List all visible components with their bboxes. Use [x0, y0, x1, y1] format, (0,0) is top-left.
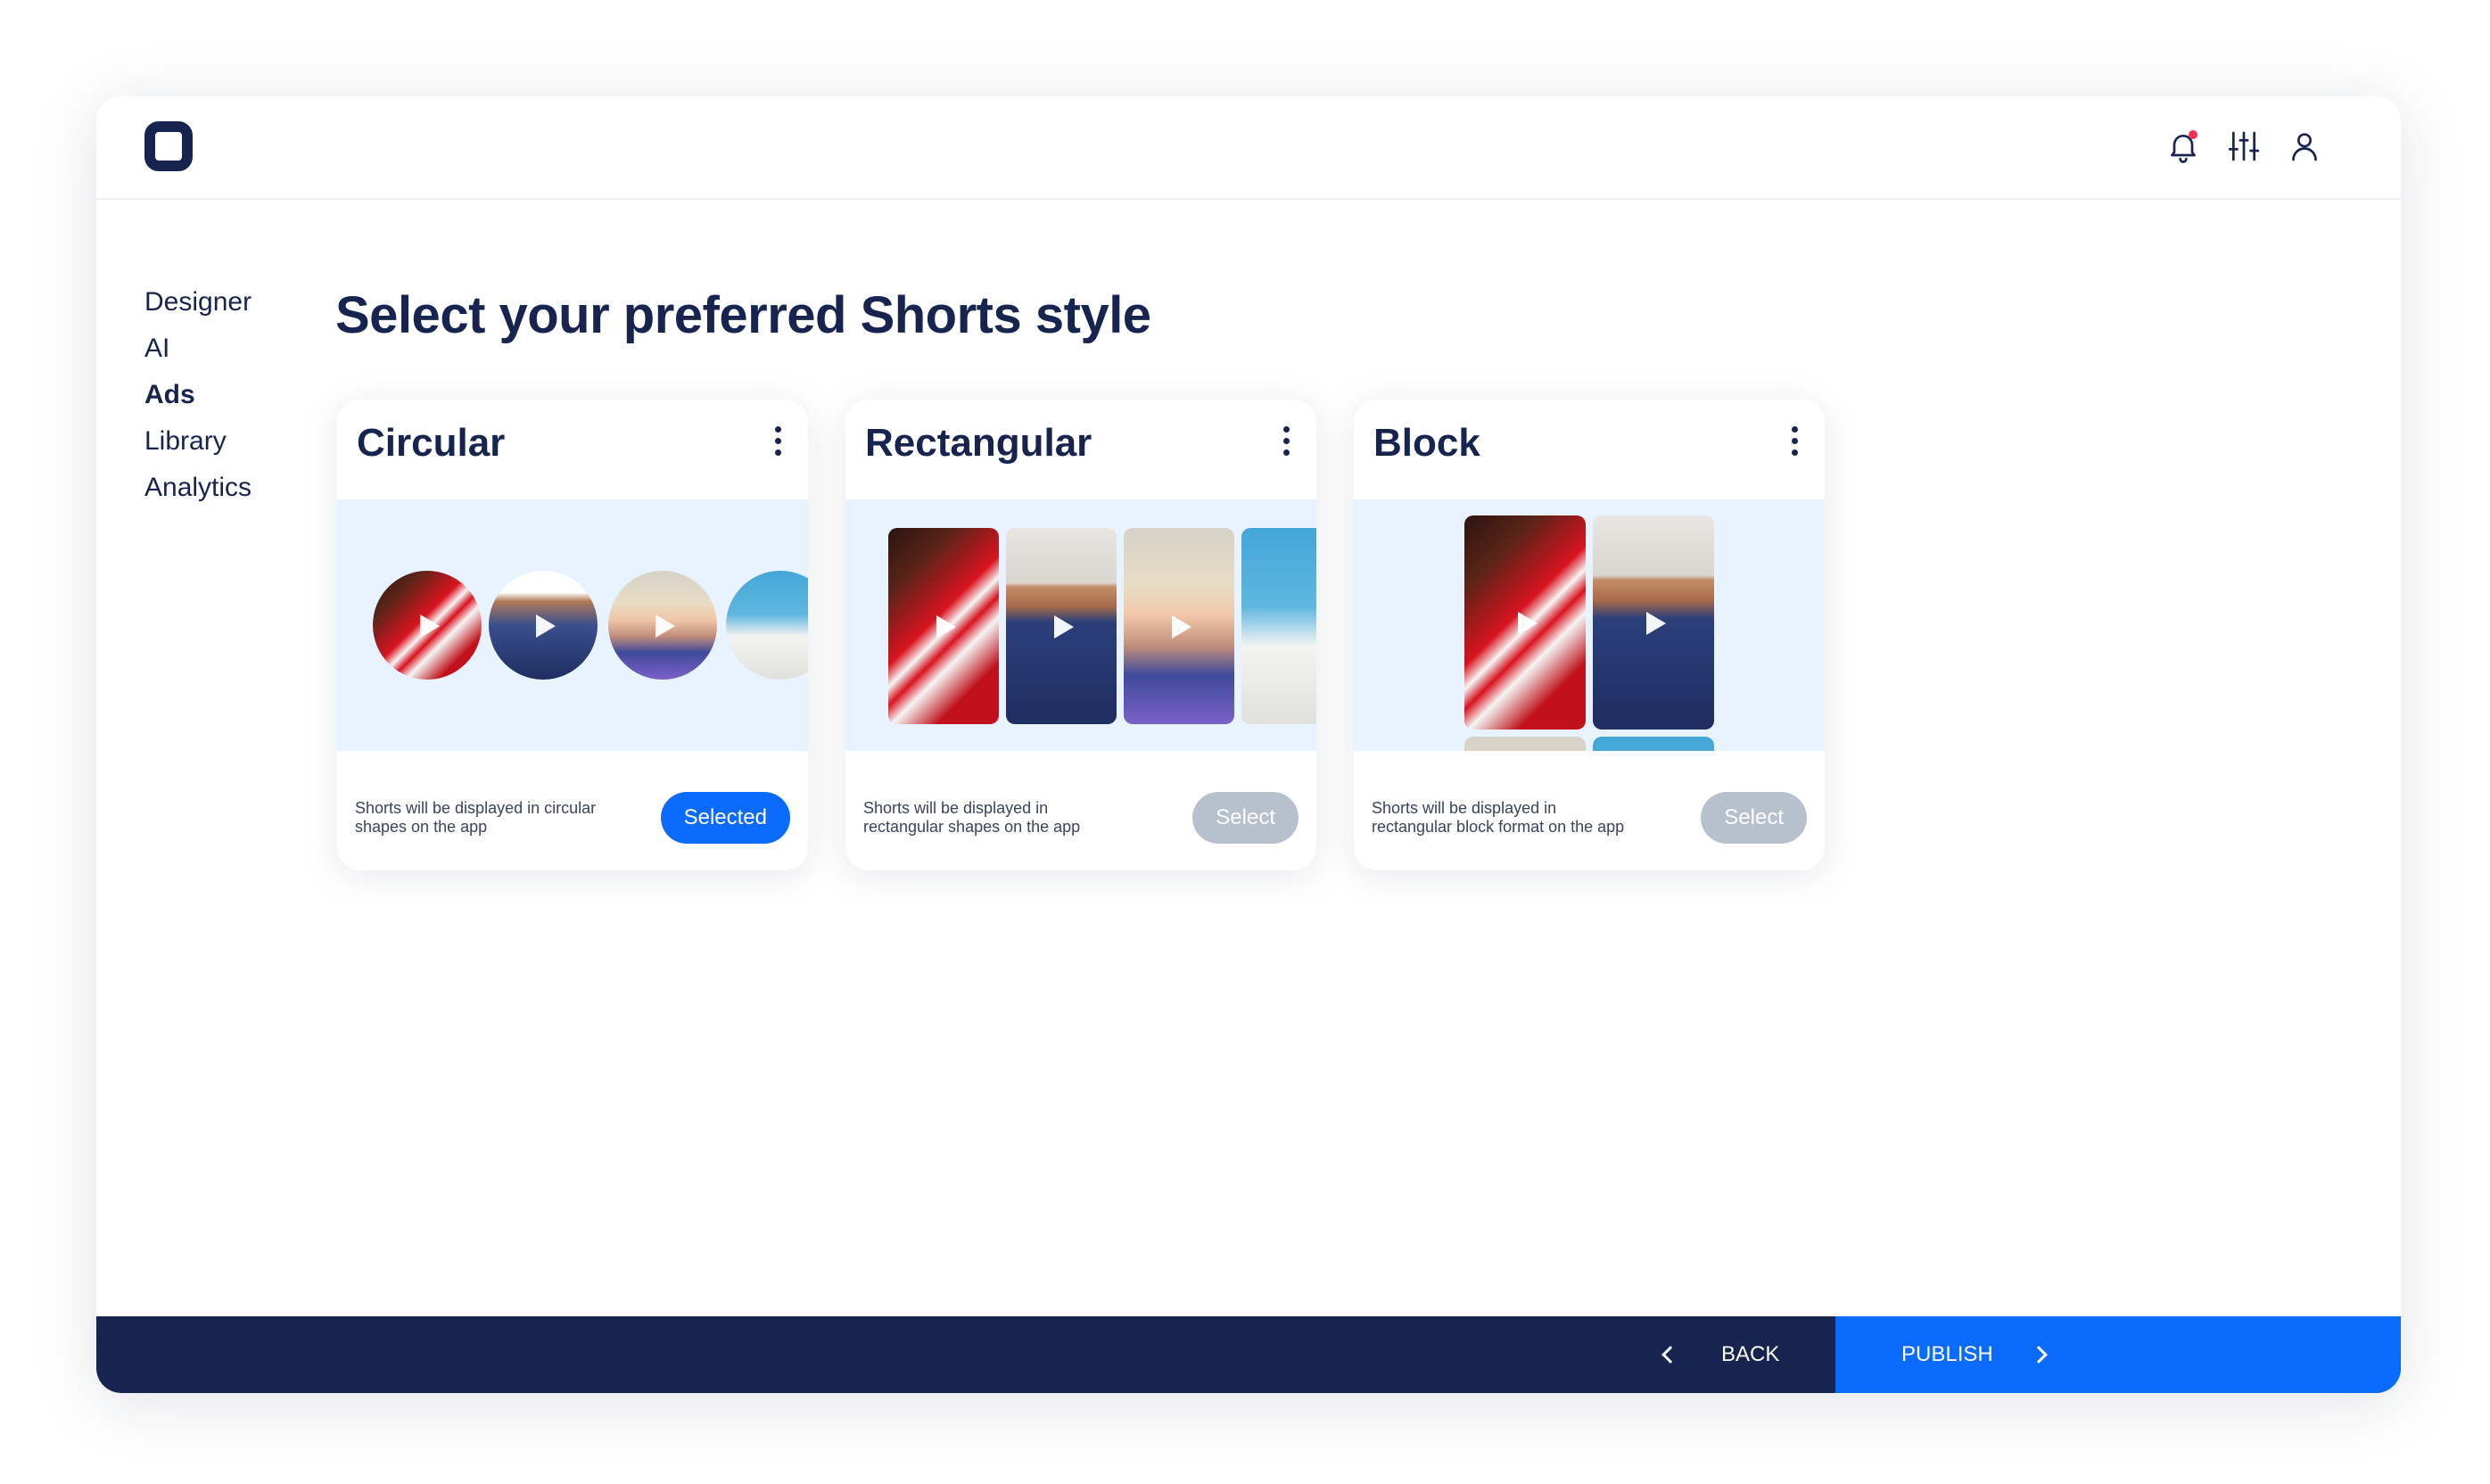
short-thumbnail [489, 571, 598, 680]
sidebar-item-analytics[interactable]: Analytics [144, 473, 251, 503]
sidebar-item-library[interactable]: Library [144, 426, 251, 457]
short-thumbnail [726, 571, 808, 680]
top-icons [2165, 128, 2322, 164]
chevron-right-icon [2029, 1346, 2048, 1364]
short-thumbnail [1124, 528, 1234, 724]
select-button[interactable]: Select [1701, 792, 1807, 844]
rectangular-preview [845, 499, 1316, 751]
short-thumbnail [1241, 528, 1316, 724]
short-thumbnail [1464, 737, 1586, 751]
footer-bar: BACK PUBLISH [96, 1316, 2401, 1393]
publish-button[interactable]: PUBLISH [1835, 1316, 2401, 1393]
card-description: Shorts will be displayed in rectangular … [863, 799, 1081, 836]
sidebar-item-ai[interactable]: AI [144, 334, 251, 364]
short-thumbnail [373, 571, 482, 680]
sidebar-item-ads[interactable]: Ads [144, 380, 251, 410]
block-preview [1354, 499, 1825, 751]
short-thumbnail [1006, 528, 1117, 724]
short-thumbnail [1464, 515, 1586, 730]
play-icon [1646, 612, 1666, 635]
bell-icon[interactable] [2165, 128, 2201, 164]
top-bar [96, 96, 2401, 200]
card-description: Shorts will be displayed in circular sha… [355, 799, 597, 836]
more-options-icon[interactable] [1785, 426, 1803, 462]
play-icon [1054, 615, 1074, 639]
circular-preview [337, 499, 808, 751]
play-icon [655, 614, 675, 638]
play-icon [420, 614, 440, 638]
more-options-icon[interactable] [1277, 426, 1295, 462]
notification-dot [2189, 130, 2197, 139]
sliders-icon[interactable] [2226, 128, 2262, 164]
card-title: Rectangular [865, 421, 1092, 465]
select-button[interactable]: Select [1192, 792, 1299, 844]
play-icon [1518, 612, 1538, 635]
card-description: Shorts will be displayed in rectangular … [1372, 799, 1625, 836]
app-window: Designer AI Ads Library Analytics Select… [96, 96, 2401, 1393]
play-icon [936, 615, 956, 639]
publish-label: PUBLISH [1901, 1342, 1993, 1366]
play-icon [1172, 615, 1191, 639]
sidebar-nav: Designer AI Ads Library Analytics [144, 287, 251, 503]
back-label: BACK [1721, 1342, 1780, 1366]
user-icon[interactable] [2287, 128, 2322, 164]
card-circular[interactable]: Circular Shorts will be displayed in cir… [337, 400, 808, 870]
card-block[interactable]: Block Shorts will be displayed in rectan… [1354, 400, 1825, 870]
style-cards: Circular Shorts will be displayed in cir… [337, 400, 1825, 870]
card-title: Block [1373, 421, 1480, 465]
short-thumbnail [1593, 737, 1714, 751]
page-title: Select your preferred Shorts style [335, 286, 1151, 344]
sidebar-item-designer[interactable]: Designer [144, 287, 251, 317]
chevron-left-icon [1661, 1346, 1679, 1364]
card-rectangular[interactable]: Rectangular Shorts will be displayed in … [845, 400, 1316, 870]
short-thumbnail [608, 571, 717, 680]
app-logo[interactable] [144, 121, 193, 171]
short-thumbnail [888, 528, 999, 724]
back-button[interactable]: BACK [1648, 1316, 1779, 1393]
card-title: Circular [357, 421, 506, 465]
more-options-icon[interactable] [769, 426, 787, 462]
selected-button[interactable]: Selected [660, 792, 790, 844]
short-thumbnail [1593, 515, 1714, 730]
play-icon [536, 614, 556, 638]
